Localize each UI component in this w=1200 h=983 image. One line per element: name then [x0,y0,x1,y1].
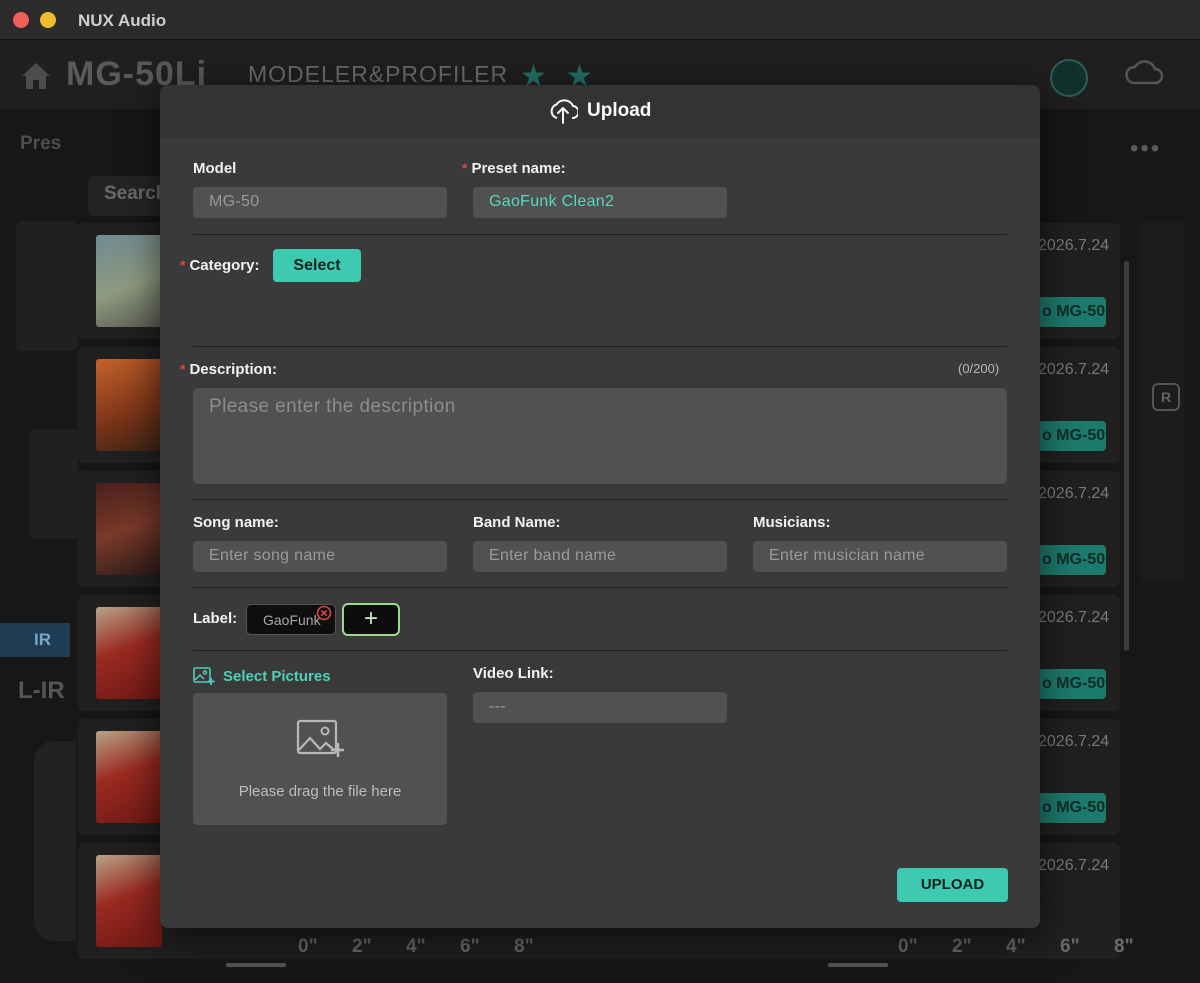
section-divider [193,587,1007,588]
preset-thumbnail [96,483,162,575]
song-name-input[interactable]: Enter song name [193,541,447,572]
description-counter: (0/200) [958,361,1000,376]
musicians-label: Musicians: [753,514,831,531]
close-circle-icon[interactable] [316,605,332,621]
ruler-tick: 8" [514,936,534,957]
ir-tab[interactable]: IR [0,623,70,657]
preset-thumbnail [96,607,162,699]
preset-date: 2026.7.24 [1038,485,1110,502]
ruler-tick: 0" [298,936,318,957]
picture-dropzone[interactable]: Please drag the file here [193,693,447,825]
upload-button[interactable]: UPLOAD [897,868,1008,902]
musicians-input[interactable]: Enter musician name [753,541,1007,572]
section-divider [193,234,1007,235]
select-pictures-label: Select Pictures [223,667,331,685]
window-titlebar: NUX Audio [0,0,1200,40]
category-select-button[interactable]: Select [273,249,361,282]
add-tag-button[interactable]: + [342,603,400,636]
home-icon[interactable] [20,61,52,91]
apply-button[interactable]: o MG-50 [1038,421,1106,451]
dialog-title: Upload [587,100,652,121]
preset-date: 2026.7.24 [1038,361,1110,378]
ruler-tick: 6" [1060,936,1080,957]
preset-thumbnail [96,359,162,451]
song-name-label: Song name: [193,514,279,531]
more-options-icon[interactable]: ••• [1130,135,1161,163]
category-label: * Category: [180,257,259,274]
model-label: Model [193,160,237,177]
select-pictures-link[interactable]: Select Pictures [193,665,331,687]
image-add-icon [193,667,215,685]
preset-name-label-text: Preset name: [471,160,566,177]
image-add-icon [296,719,344,757]
preset-date: 2026.7.24 [1038,609,1110,626]
preset-date: 2026.7.24 [1038,733,1110,750]
position-slider[interactable] [226,963,286,967]
preset-thumbnail [96,235,162,327]
ruler-tick: 2" [352,936,372,957]
waveform-icon[interactable] [1050,59,1088,97]
preset-name-input[interactable]: GaoFunk Clean2 [473,187,727,218]
band-name-label: Band Name: [473,514,561,531]
minimize-window-button[interactable] [40,12,56,28]
category-label-text: Category: [189,257,260,274]
preset-date: 2026.7.24 [1038,857,1110,874]
dialog-title-group: Upload [548,97,651,125]
video-link-input[interactable]: --- [473,692,727,723]
required-mark: * [180,361,186,377]
band-name-input[interactable]: Enter band name [473,541,727,572]
list-scrollbar[interactable] [1124,261,1129,651]
app-logo-subtitle: MODELER&PROFILER [248,61,509,87]
reset-icon[interactable]: R [1152,383,1180,411]
apply-button[interactable]: o MG-50 [1038,297,1106,327]
label-label: Label: [193,610,238,627]
description-textarea[interactable]: Please enter the description [193,388,1007,484]
speaker-dial [34,741,76,941]
lir-label: L-IR [18,677,65,704]
apply-button[interactable]: o MG-50 [1038,545,1106,575]
ruler-tick: 4" [406,936,426,957]
left-panel-lower [30,429,78,539]
cloud-upload-icon [550,99,578,124]
preset-date: 2026.7.24 [1038,237,1110,254]
ruler-tick: 4" [1006,936,1026,957]
apply-button[interactable]: o MG-50 [1038,669,1106,699]
preset-name-label: * Preset name: [462,160,566,177]
ruler-tick: 2" [952,936,972,957]
section-divider [193,650,1007,651]
dropzone-text: Please drag the file here [238,783,402,800]
presets-label: Pres [20,133,62,154]
left-panel [16,221,78,351]
window-title: NUX Audio [78,11,167,30]
model-field: MG-50 [193,187,447,218]
position-slider[interactable] [828,963,888,967]
upload-dialog: Upload Model MG-50 * Preset name: GaoFunk… [160,85,1040,928]
dialog-header: Upload [160,85,1040,137]
required-mark: * [180,257,186,273]
ruler-tick: 0" [898,936,918,957]
close-window-button[interactable] [13,12,29,28]
preset-thumbnail [96,855,162,947]
cloud-icon[interactable] [1124,57,1164,93]
apply-button[interactable]: o MG-50 [1038,793,1106,823]
ruler-tick: 8" [1114,936,1134,957]
description-label: * Description: [180,361,277,378]
video-link-label: Video Link: [473,665,554,682]
preset-thumbnail [96,731,162,823]
description-label-text: Description: [189,361,277,378]
section-divider [193,346,1007,347]
ruler-tick: 6" [460,936,480,957]
section-divider [193,499,1007,500]
required-mark: * [462,160,468,176]
